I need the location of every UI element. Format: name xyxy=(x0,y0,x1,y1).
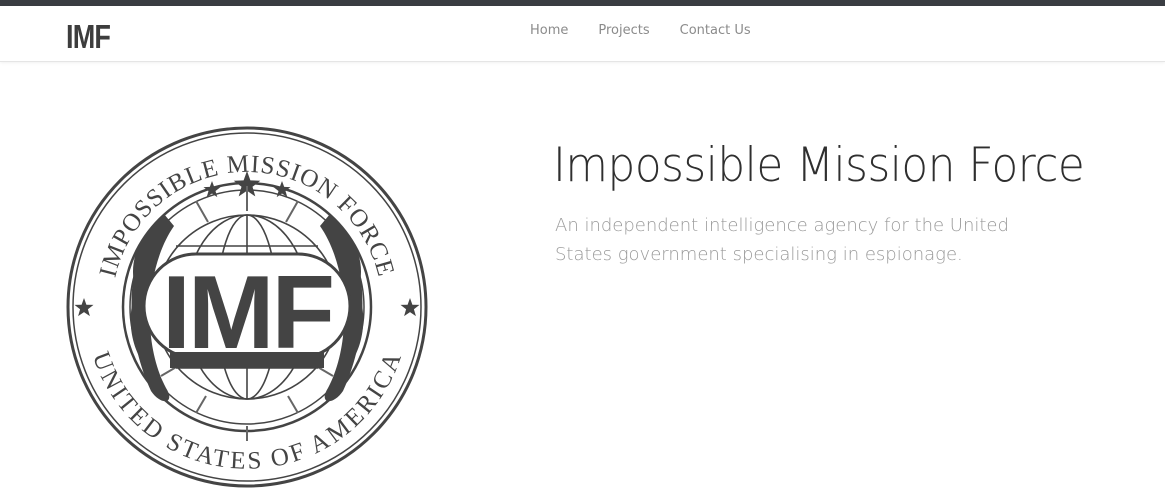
navbar: IMF Home Projects Contact Us xyxy=(0,6,1165,62)
imf-seal-graphic: IMPOSSIBLE MISSION FORCE UNITED STATES O… xyxy=(66,126,428,488)
star-icon xyxy=(400,298,420,317)
imf-seal: IMPOSSIBLE MISSION FORCE UNITED STATES O… xyxy=(66,126,428,488)
nav-link-home[interactable]: Home xyxy=(530,24,568,38)
hero-subtitle: An independent intelligence agency for t… xyxy=(555,215,1009,265)
nav-link-contact[interactable]: Contact Us xyxy=(680,24,751,38)
star-icon xyxy=(74,298,94,317)
nav-link-projects[interactable]: Projects xyxy=(598,24,649,38)
seal-center-text: IMF xyxy=(162,255,332,371)
nav-links: Home Projects Contact Us xyxy=(530,24,751,38)
brand-logo[interactable]: IMF xyxy=(66,19,111,55)
hero-title: Impossible Mission Force xyxy=(553,138,1085,193)
